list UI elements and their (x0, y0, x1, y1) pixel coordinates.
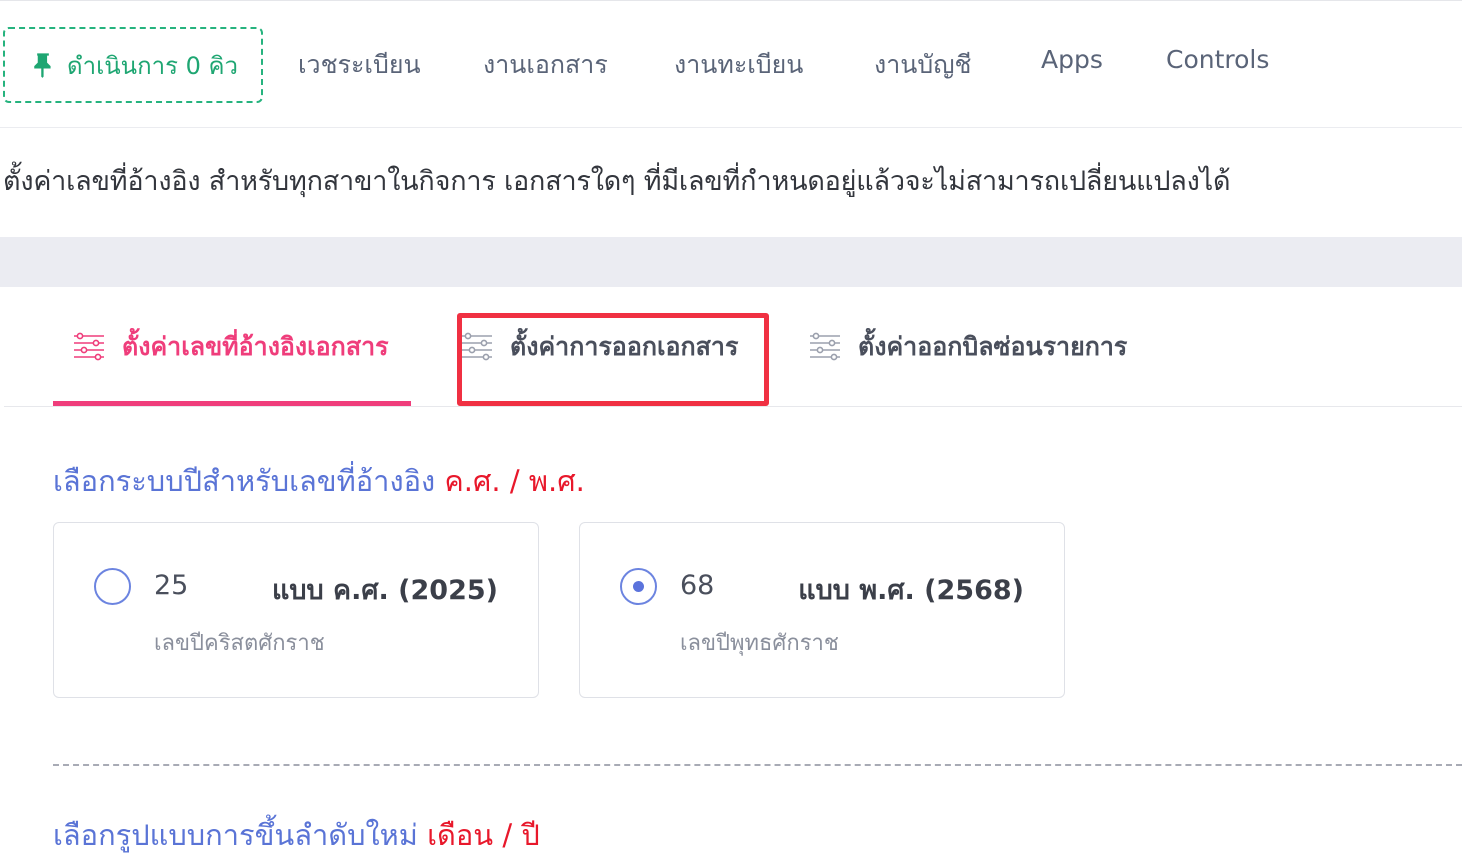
year-option-be[interactable]: 68 แบบ พ.ศ. (2568) เลขปีพุทธศักราช (579, 522, 1065, 698)
nav-item-registration[interactable]: งานทะเบียน (674, 45, 803, 85)
reset-sequence-title-text: เลือกรูปแบบการขึ้นลำดับใหม่ (53, 818, 418, 852)
option-label: แบบ พ.ศ. (2568) (798, 575, 1024, 606)
reset-sequence-title-highlight: เดือน / ปี (427, 818, 540, 852)
year-system-title-text: เลือกระบบปีสำหรับเลขที่อ้างอิง (53, 464, 436, 498)
tab-hidden-bill-items-settings[interactable]: ตั้งค่าออกบิลซ่อนรายการ (808, 322, 1127, 372)
notice-banner: ตั้งค่าเลขที่อ้างอิง สำหรับทุกสาขาในกิจก… (0, 129, 1462, 237)
tab-reference-number-settings[interactable]: ตั้งค่าเลขที่อ้างอิงเอกสาร (72, 322, 389, 372)
queue-button[interactable]: ดำเนินการ 0 คิว (3, 27, 263, 103)
tab-label: ตั้งค่าเลขที่อ้างอิงเอกสาร (122, 332, 389, 361)
option-description: เลขปีคริสตศักราช (154, 631, 325, 656)
option-label: แบบ ค.ศ. (2025) (271, 575, 498, 606)
radio-button[interactable] (94, 568, 131, 605)
nav-item-controls[interactable]: Controls (1166, 45, 1269, 74)
nav-item-medical-records[interactable]: เวชระเบียน (298, 45, 421, 85)
queue-button-label: ดำเนินการ 0 คิว (67, 51, 239, 80)
top-navigation-bar: ดำเนินการ 0 คิว เวชระเบียน งานเอกสาร งาน… (0, 0, 1462, 128)
sliders-icon (810, 332, 840, 361)
section-divider (53, 764, 1462, 766)
notice-text: ตั้งค่าเลขที่อ้างอิง สำหรับทุกสาขาในกิจก… (3, 166, 1231, 197)
radio-button-checked[interactable] (620, 568, 657, 605)
tab-label: ตั้งค่าออกบิลซ่อนรายการ (858, 332, 1128, 361)
option-description: เลขปีพุทธศักราช (680, 631, 839, 656)
year-system-title: เลือกระบบปีสำหรับเลขที่อ้างอิง ค.ศ. / พ.… (53, 458, 585, 504)
sliders-icon (74, 332, 104, 361)
page-background-band (0, 237, 1462, 287)
tab-document-issue-settings[interactable]: ตั้งค่าการออกเอกสาร (460, 322, 738, 372)
nav-item-accounting[interactable]: งานบัญชี (874, 45, 971, 85)
nav-item-documents[interactable]: งานเอกสาร (483, 45, 608, 85)
tabs-divider (4, 406, 1462, 407)
pin-icon (34, 53, 51, 78)
year-option-ad[interactable]: 25 แบบ ค.ศ. (2025) เลขปีคริสตศักราช (53, 522, 539, 698)
sliders-icon (462, 332, 492, 361)
option-number: 25 (154, 570, 189, 601)
option-number: 68 (680, 570, 715, 601)
tab-label: ตั้งค่าการออกเอกสาร (510, 332, 739, 361)
reset-sequence-title: เลือกรูปแบบการขึ้นลำดับใหม่ เดือน / ปี (53, 812, 540, 858)
year-system-title-highlight: ค.ศ. / พ.ศ. (444, 464, 585, 498)
active-tab-indicator (53, 401, 411, 406)
nav-item-apps[interactable]: Apps (1041, 45, 1103, 74)
